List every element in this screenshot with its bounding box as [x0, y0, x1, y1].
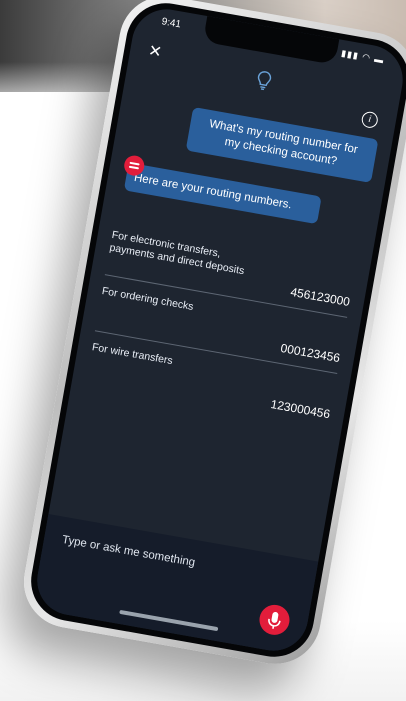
status-icons: ▮▮▮ ◠ ▬ — [340, 47, 386, 66]
routing-number-list: For electronic transfers, payments and d… — [85, 219, 357, 429]
lightbulb-icon — [257, 71, 272, 91]
status-time: 9:41 — [160, 16, 182, 31]
microphone-button[interactable] — [257, 602, 292, 638]
routing-value: 000123456 — [279, 340, 342, 366]
user-message-bubble: What's my routing number for my checking… — [185, 106, 379, 183]
info-button[interactable]: i — [360, 110, 380, 130]
microphone-icon — [268, 611, 281, 629]
phone-bezel: 9:41 ▮▮▮ ◠ ▬ ✕ i What's my routing numbe… — [24, 0, 406, 664]
routing-label: For electronic transfers, payments and d… — [108, 228, 246, 278]
home-indicator — [119, 609, 219, 632]
close-button[interactable]: ✕ — [147, 40, 164, 62]
bot-message-bubble: Here are your routing numbers. — [123, 162, 322, 225]
message-input[interactable]: Type or ask me something — [61, 533, 211, 573]
routing-value: 123000456 — [269, 397, 332, 422]
routing-value: 456123000 — [289, 284, 352, 310]
phone-device: 9:41 ▮▮▮ ◠ ▬ ✕ i What's my routing numbe… — [16, 0, 406, 672]
phone-notch — [202, 16, 340, 65]
phone-screen: 9:41 ▮▮▮ ◠ ▬ ✕ i What's my routing numbe… — [31, 3, 406, 657]
